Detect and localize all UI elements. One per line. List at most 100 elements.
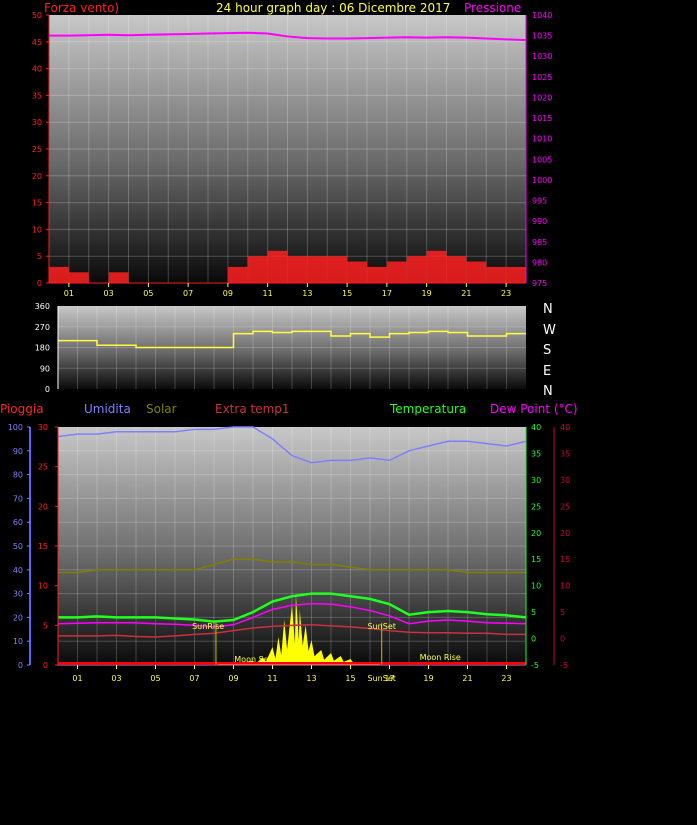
rain-tick-label: 10 [38, 582, 48, 591]
wind-bar [307, 256, 328, 283]
wind-bar [426, 250, 447, 283]
dew-tick-label: 35 [560, 449, 570, 458]
rain-tick-label: 30 [38, 423, 48, 432]
bottom-x-tick-label: 11 [267, 674, 277, 683]
x-tick-label: 11 [263, 289, 273, 298]
right-tick-label: 1015 [532, 114, 552, 123]
right-tick-label: 985 [532, 238, 547, 247]
left-tick-label: 10 [32, 225, 42, 234]
left-tick-label: 45 [32, 38, 42, 47]
humidity-tick-label: 10 [13, 637, 23, 646]
wind-bar [367, 266, 387, 283]
rain-tick-label: 0 [43, 661, 48, 670]
rain-tick-label: 5 [43, 621, 48, 630]
sunset-label: SunSet [368, 622, 396, 631]
temp-tick-label: 5 [531, 608, 536, 617]
temp-tick-label: 15 [531, 555, 541, 564]
right-tick-label: 1005 [532, 155, 552, 164]
rain-label: Pioggia [0, 402, 44, 416]
humidity-tick-label: 20 [13, 613, 23, 622]
compass-n-bottom: N [543, 384, 553, 399]
temp-tick-label: 0 [531, 635, 536, 644]
dir-tick-label: 90 [40, 364, 50, 373]
dew-tick-label: 0 [560, 635, 565, 644]
left-tick-label: 0 [37, 279, 42, 288]
rain-tick-label: 15 [38, 542, 48, 551]
bottom-x-tick-label: 15 [345, 674, 355, 683]
bottom-x-tick-label: 09 [228, 674, 238, 683]
temp-tick-label: 40 [531, 423, 541, 432]
x-tick-label: 19 [422, 289, 432, 298]
x-tick-label: 09 [223, 289, 233, 298]
bottom-x-tick-label: 03 [111, 674, 121, 683]
x-tick-label: 01 [64, 289, 74, 298]
rain-tick-label: 20 [38, 502, 48, 511]
humidity-tick-label: 60 [13, 518, 23, 527]
right-tick-label: 1040 [532, 11, 552, 20]
dew-tick-label: -5 [560, 661, 568, 670]
x-tick-label: 15 [342, 289, 352, 298]
wind-bar [386, 261, 407, 283]
left-tick-label: 35 [32, 91, 42, 100]
bottom-x-tick-label: 19 [423, 674, 433, 683]
compass-s: S [543, 343, 552, 358]
bottom-x-tick-label: 21 [462, 674, 472, 683]
x-tick-label: 23 [501, 289, 511, 298]
humidity-tick-label: 0 [18, 661, 23, 670]
left-tick-label: 25 [32, 145, 42, 154]
right-tick-label: 1030 [532, 52, 552, 61]
left-ticks: 50454035302520151050 [32, 11, 49, 288]
temp-tick-label: 35 [531, 449, 541, 458]
humidity-tick-label: 80 [13, 471, 23, 480]
direction-chart: 360 270 180 90 0 N W S E N [0, 300, 697, 399]
dir-tick-label: 360 [35, 302, 50, 311]
dew-tick-label: 20 [560, 529, 570, 538]
right-tick-label: 1025 [532, 73, 552, 82]
x-ticks: 01 03 05 07 09 11 13 15 17 19 21 23 [64, 283, 511, 298]
right-tick-label: 1010 [532, 135, 552, 144]
wind-bar [49, 266, 69, 283]
compass-w: W [543, 322, 556, 338]
solar-label: Solar [146, 402, 177, 416]
dew-tick-label: 25 [560, 502, 570, 511]
wind-bar [347, 261, 367, 283]
humidity-tick-label: 30 [13, 590, 23, 599]
right-tick-label: 980 [532, 258, 547, 267]
humidity-tick-label: 100 [8, 423, 23, 432]
dir-tick-label: 180 [35, 344, 50, 353]
dir-tick-label: 270 [35, 323, 50, 332]
dew-tick-label: 30 [560, 476, 570, 485]
humidity-ticks: 1009080706050403020100 [8, 423, 30, 670]
bottom-x-ticks: 01 03 05 07 09 11 13 15 17 19 21 23SunSet [72, 665, 512, 683]
rain-tick-label: 25 [38, 463, 48, 472]
humidity-tick-label: 70 [13, 494, 23, 503]
wind-bar [466, 261, 487, 283]
dew-tick-label: 40 [560, 423, 570, 432]
x-tick-label: 05 [143, 289, 153, 298]
extra-temp-label: Extra temp1 [215, 402, 290, 416]
left-tick-label: 30 [32, 118, 42, 127]
wind-bar [287, 256, 308, 283]
humidity-tick-label: 90 [13, 447, 23, 456]
temperature-label: Temperatura [390, 402, 467, 416]
wind-bar [327, 256, 348, 283]
left-tick-label: 5 [37, 252, 42, 261]
left-tick-label: 40 [32, 65, 42, 74]
temp-tick-label: 25 [531, 502, 541, 511]
humidity-label: Umidita [84, 402, 131, 416]
wind-pressure-chart: 50 45 40 35 30 25 20 15 10 5 0 1040 1035 1030 1025 102… [0, 0, 697, 300]
dew-tick-label: 5 [560, 608, 565, 617]
sunrise-label: SunRise [192, 622, 224, 631]
wind-bar [108, 272, 129, 283]
x-tick-label: 07 [183, 289, 193, 298]
wind-bar [68, 272, 89, 283]
left-tick-label: 20 [32, 172, 42, 181]
temp-tick-label: -5 [531, 661, 539, 670]
multi-sensor-svg: SunRise SunSetMoon RiseMoon Set 100908070… [8, 423, 570, 683]
x-tick-label: 03 [104, 289, 114, 298]
right-tick-label: 1000 [532, 176, 552, 185]
sunset-axis-label: SunSet [368, 674, 396, 683]
multi-sensor-chart: SunRise SunSet Moon Rise Moon Set 100 90 80 70… [0, 420, 697, 690]
right-tick-label: 995 [532, 197, 547, 206]
x-tick-label: 13 [302, 289, 312, 298]
